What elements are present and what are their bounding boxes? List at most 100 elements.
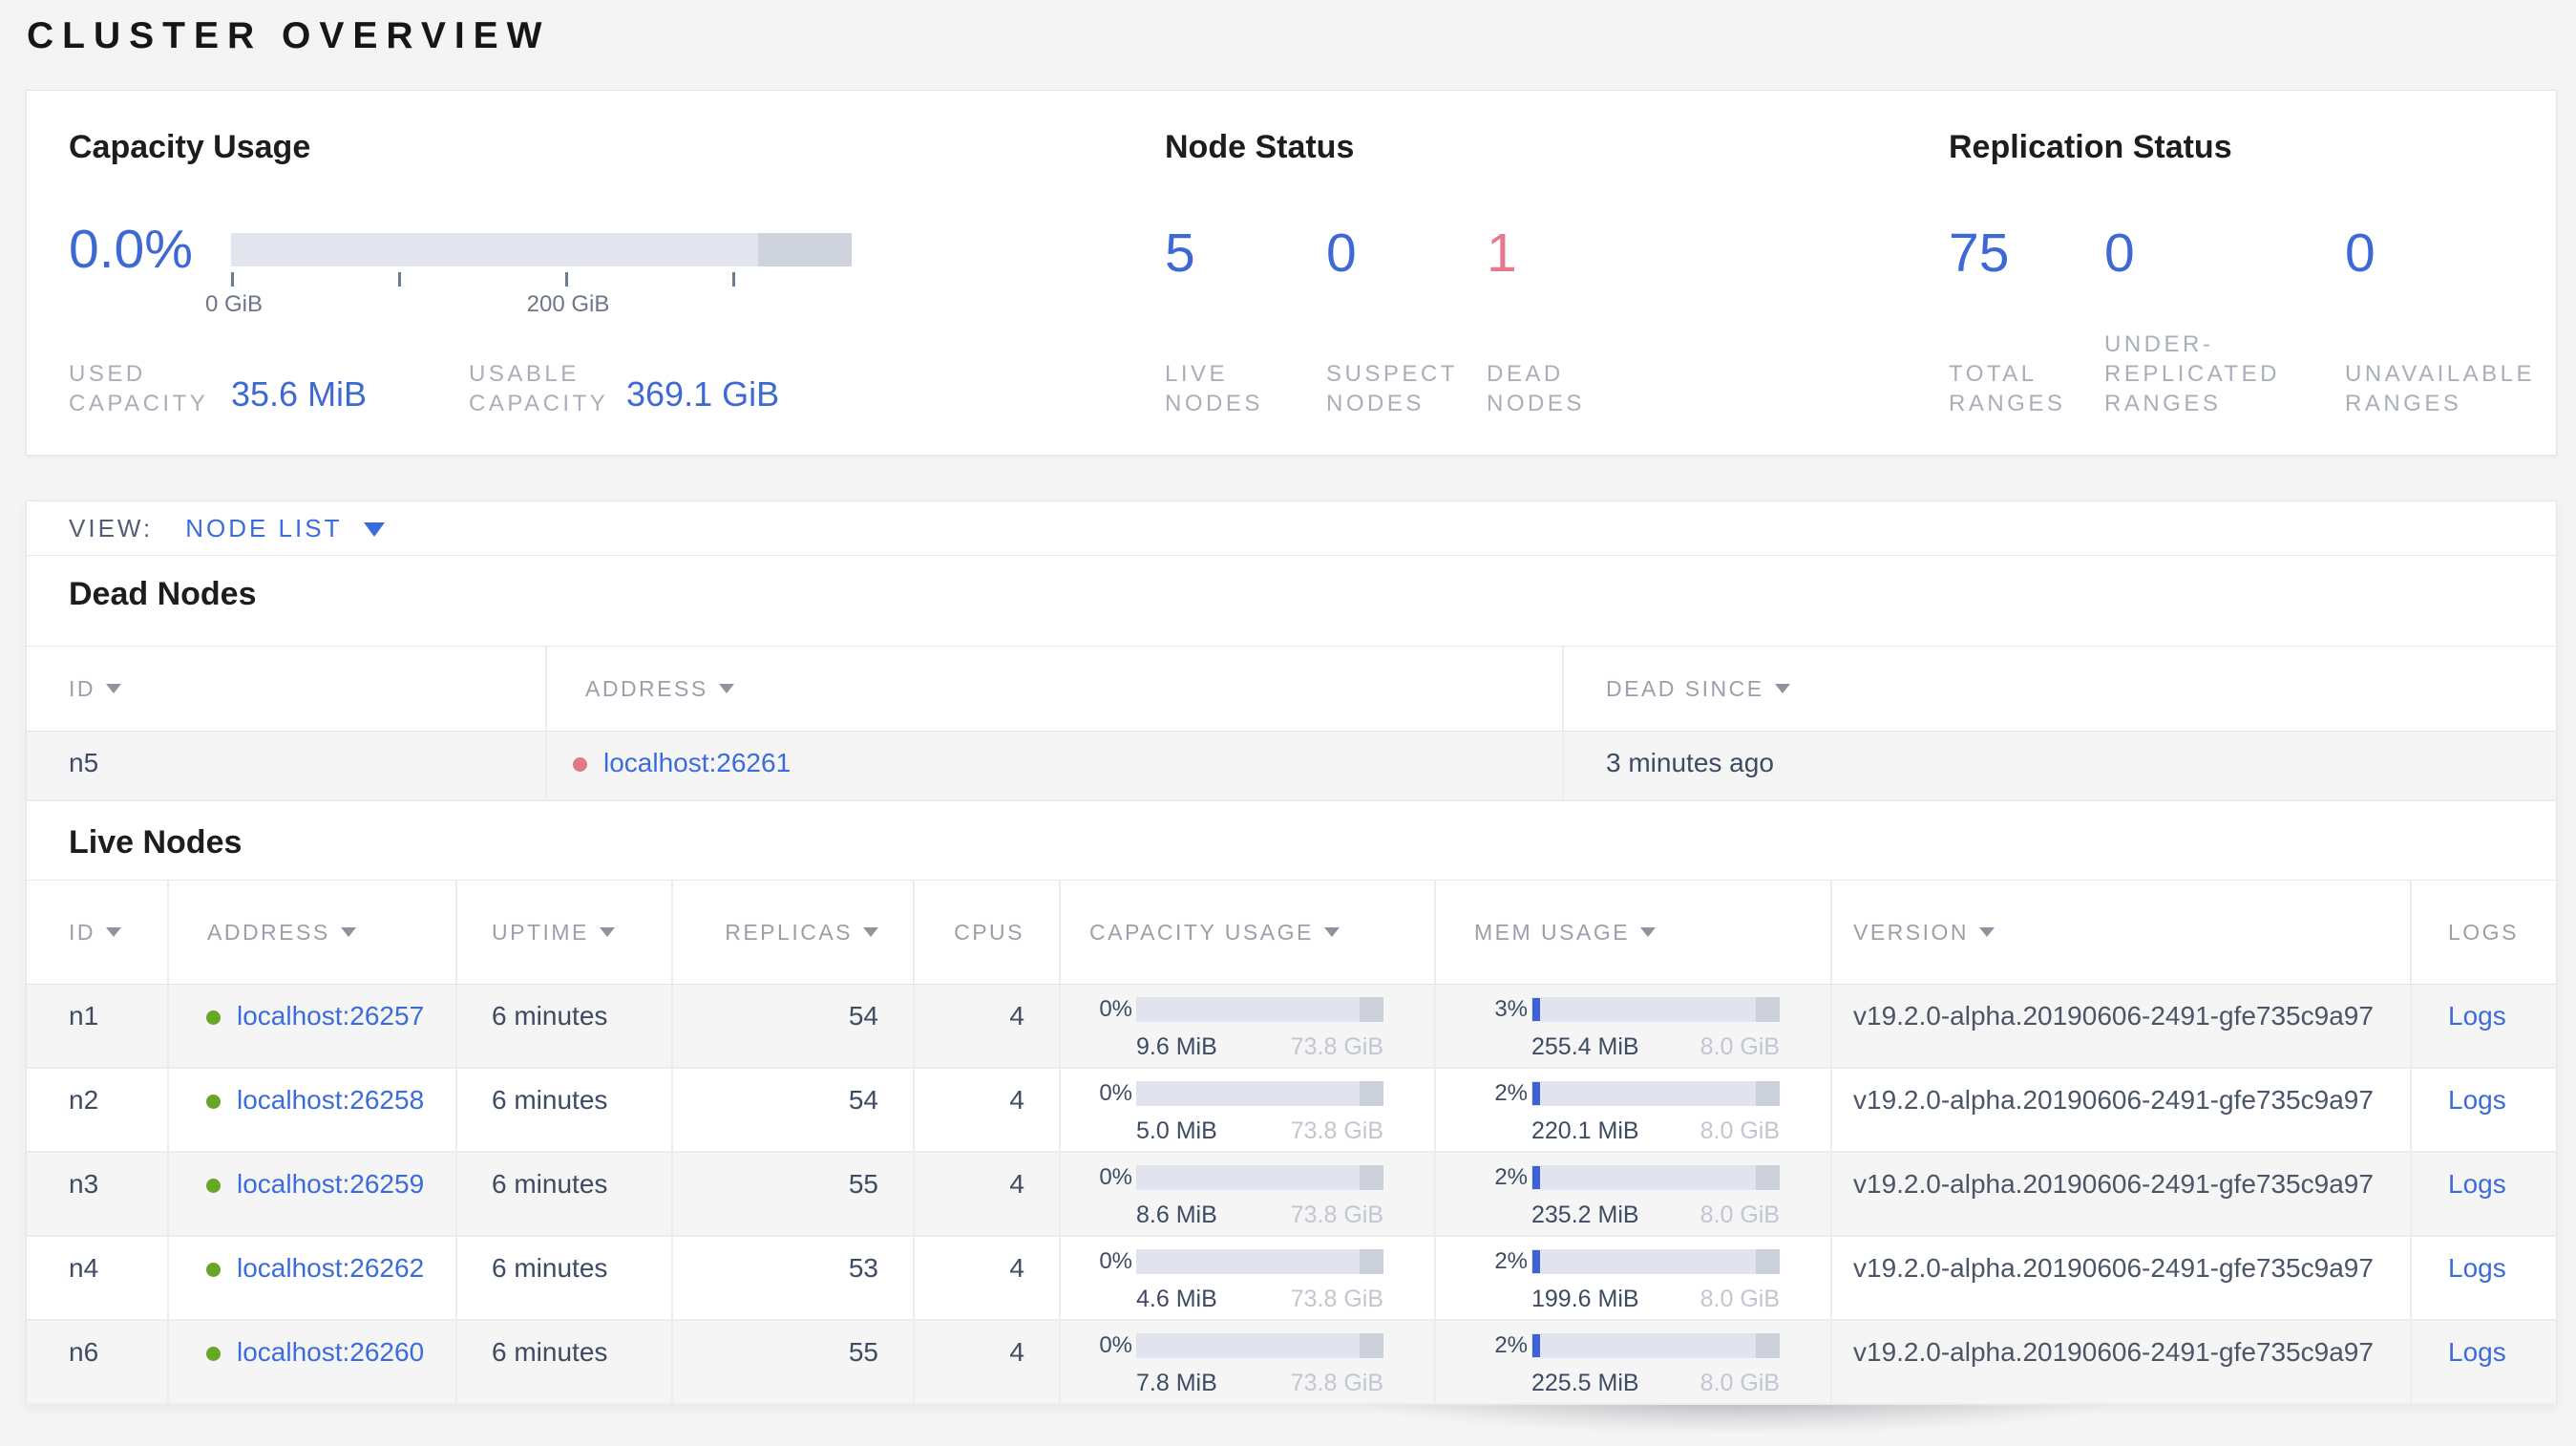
- sort-arrow-icon: [718, 684, 734, 693]
- cell-logs: Logs: [2410, 1321, 2556, 1403]
- col-header-address[interactable]: ADDRESS: [545, 647, 1562, 731]
- stat-label-line: LIVE: [1165, 361, 1229, 387]
- page-title: CLUSTER OVERVIEW: [27, 15, 551, 56]
- col-header-cpus: CPUS: [913, 881, 1059, 984]
- col-header-logs: LOGS: [2410, 881, 2556, 984]
- cell-address: localhost:26259: [167, 1153, 455, 1235]
- summary-stat: 75 TOTAL RANGES: [1949, 223, 2065, 418]
- capacity-bar-line: 0%: [1061, 1161, 1434, 1194]
- summary-stat: 0 SUSPECT NODES: [1326, 223, 1458, 418]
- bar-other-segment: [1360, 1249, 1383, 1274]
- cell-address: localhost:26258: [167, 1069, 455, 1151]
- node-address-link[interactable]: localhost:26258: [237, 1085, 424, 1115]
- bar-other-segment: [1756, 1165, 1780, 1190]
- memory-bar: [1531, 1081, 1780, 1106]
- node-address-link[interactable]: localhost:26259: [237, 1169, 424, 1199]
- page-shadow: [1222, 1403, 2253, 1446]
- sort-arrow-icon: [863, 927, 878, 937]
- stat-value: 0: [2104, 223, 2135, 284]
- col-header-capacity-usage[interactable]: CAPACITY USAGE: [1059, 881, 1434, 984]
- bar-other-segment: [1756, 1081, 1780, 1106]
- memory-total-value: 8.0 GiB: [1700, 1201, 1780, 1228]
- table-row: n4 localhost:26262 6 minutes 53 4 0% 4.6 MiB 73…: [27, 1237, 2556, 1321]
- memory-values: 235.2 MiB 8.0 GiB: [1531, 1201, 1780, 1228]
- capacity-bar-line: 0%: [1061, 993, 1434, 1026]
- bar-fill: [1532, 1250, 1540, 1273]
- stat-value: 1: [1487, 223, 1517, 284]
- cell-logs: Logs: [2410, 1069, 2556, 1151]
- capacity-values: 5.0 MiB 73.8 GiB: [1136, 1117, 1383, 1144]
- cell-memory-usage: 2% 220.1 MiB 8.0 GiB: [1434, 1069, 1830, 1151]
- col-header-address[interactable]: ADDRESS: [167, 881, 455, 984]
- summary-stat: 0 UNAVAILABLE RANGES: [2345, 223, 2535, 418]
- memory-bar: [1531, 997, 1780, 1022]
- logs-link[interactable]: Logs: [2448, 1337, 2506, 1367]
- bar-other-segment: [1756, 1249, 1780, 1274]
- view-bar: VIEW: NODE LIST: [27, 501, 2556, 556]
- col-header-replicas[interactable]: REPLICAS: [671, 881, 913, 984]
- col-header-id[interactable]: ID: [27, 881, 167, 984]
- memory-total-value: 8.0 GiB: [1700, 1033, 1780, 1060]
- col-header-uptime[interactable]: UPTIME: [455, 881, 671, 984]
- sort-arrow-icon: [1323, 927, 1340, 937]
- sort-arrow-icon: [1774, 684, 1790, 693]
- logs-link[interactable]: Logs: [2448, 1253, 2506, 1283]
- capacity-total-value: 73.8 GiB: [1290, 1201, 1383, 1228]
- memory-bar: [1531, 1333, 1780, 1358]
- col-header-id[interactable]: ID: [27, 647, 545, 731]
- capacity-gauge: [231, 233, 852, 266]
- usable-capacity-value: 369.1 GiB: [626, 374, 780, 414]
- stat-label: TOTAL RANGES: [1949, 359, 2065, 418]
- capacity-used-value: 4.6 MiB: [1136, 1286, 1217, 1312]
- view-mode-dropdown[interactable]: NODE LIST: [185, 514, 386, 543]
- memory-used-value: 255.4 MiB: [1531, 1033, 1639, 1060]
- col-header-mem-usage[interactable]: MEM USAGE: [1434, 881, 1830, 984]
- stat-label-line: DEAD: [1487, 361, 1564, 387]
- capacity-total-value: 73.8 GiB: [1290, 1117, 1383, 1144]
- capacity-values: 8.6 MiB 73.8 GiB: [1136, 1201, 1383, 1228]
- node-status-dot-green-icon: [206, 1179, 221, 1193]
- node-address-link[interactable]: localhost:26262: [237, 1253, 424, 1283]
- col-header-label: ID: [69, 919, 95, 945]
- cell-uptime: 6 minutes: [455, 1321, 671, 1403]
- capacity-bar-line: 0%: [1061, 1077, 1434, 1110]
- summary-stat: 5 LIVE NODES: [1165, 223, 1263, 418]
- sort-arrow-icon: [106, 684, 121, 693]
- cell-version: v19.2.0-alpha.20190606-2491-gfe735c9a97: [1830, 1237, 2410, 1319]
- col-header-version[interactable]: VERSION: [1830, 881, 2410, 984]
- cell-version: v19.2.0-alpha.20190606-2491-gfe735c9a97: [1830, 1069, 2410, 1151]
- capacity-values: 9.6 MiB 73.8 GiB: [1136, 1033, 1383, 1060]
- logs-link[interactable]: Logs: [2448, 1085, 2506, 1115]
- memory-values: 199.6 MiB 8.0 GiB: [1531, 1286, 1780, 1312]
- node-address-link[interactable]: localhost:26257: [237, 1001, 424, 1031]
- sort-arrow-icon: [599, 927, 615, 937]
- node-address-link[interactable]: localhost:26260: [237, 1337, 424, 1367]
- capacity-bar: [1136, 1165, 1383, 1190]
- capacity-used-percent: 0.0%: [69, 219, 193, 280]
- bar-fill: [1532, 1334, 1540, 1357]
- capacity-bar-line: 0%: [1061, 1329, 1434, 1362]
- col-header-dead-since[interactable]: DEAD SINCE: [1562, 647, 2556, 731]
- node-address-link[interactable]: localhost:26261: [603, 748, 791, 777]
- cell-id: n4: [69, 1253, 99, 1283]
- stat-value: 75: [1949, 223, 2010, 284]
- gauge-tick: [565, 272, 568, 287]
- usable-capacity-label: USABLE CAPACITY: [469, 361, 609, 416]
- stat-label-line: TOTAL: [1949, 361, 2038, 387]
- table-header-row: ID ADDRESS DEAD SINCE: [27, 646, 2556, 732]
- dead-nodes-heading: Dead Nodes: [69, 576, 257, 612]
- logs-link[interactable]: Logs: [2448, 1001, 2506, 1031]
- logs-link[interactable]: Logs: [2448, 1169, 2506, 1199]
- col-header-label: UPTIME: [492, 919, 589, 945]
- cell-version: v19.2.0-alpha.20190606-2491-gfe735c9a97: [1830, 1321, 2410, 1403]
- sort-arrow-icon: [106, 927, 121, 937]
- capacity-used-value: 7.8 MiB: [1136, 1370, 1217, 1396]
- bar-fill: [1532, 998, 1540, 1021]
- gauge-tick: [231, 272, 234, 287]
- capacity-values: 7.8 MiB 73.8 GiB: [1136, 1370, 1383, 1396]
- cell-address: localhost:26261: [545, 732, 1562, 799]
- bar-other-segment: [1756, 997, 1780, 1022]
- stat-label-line: NODES: [1487, 391, 1585, 416]
- table-row: n6 localhost:26260 6 minutes 55 4 0% 7.8 MiB 73…: [27, 1321, 2556, 1405]
- col-header-label: VERSION: [1853, 919, 1970, 945]
